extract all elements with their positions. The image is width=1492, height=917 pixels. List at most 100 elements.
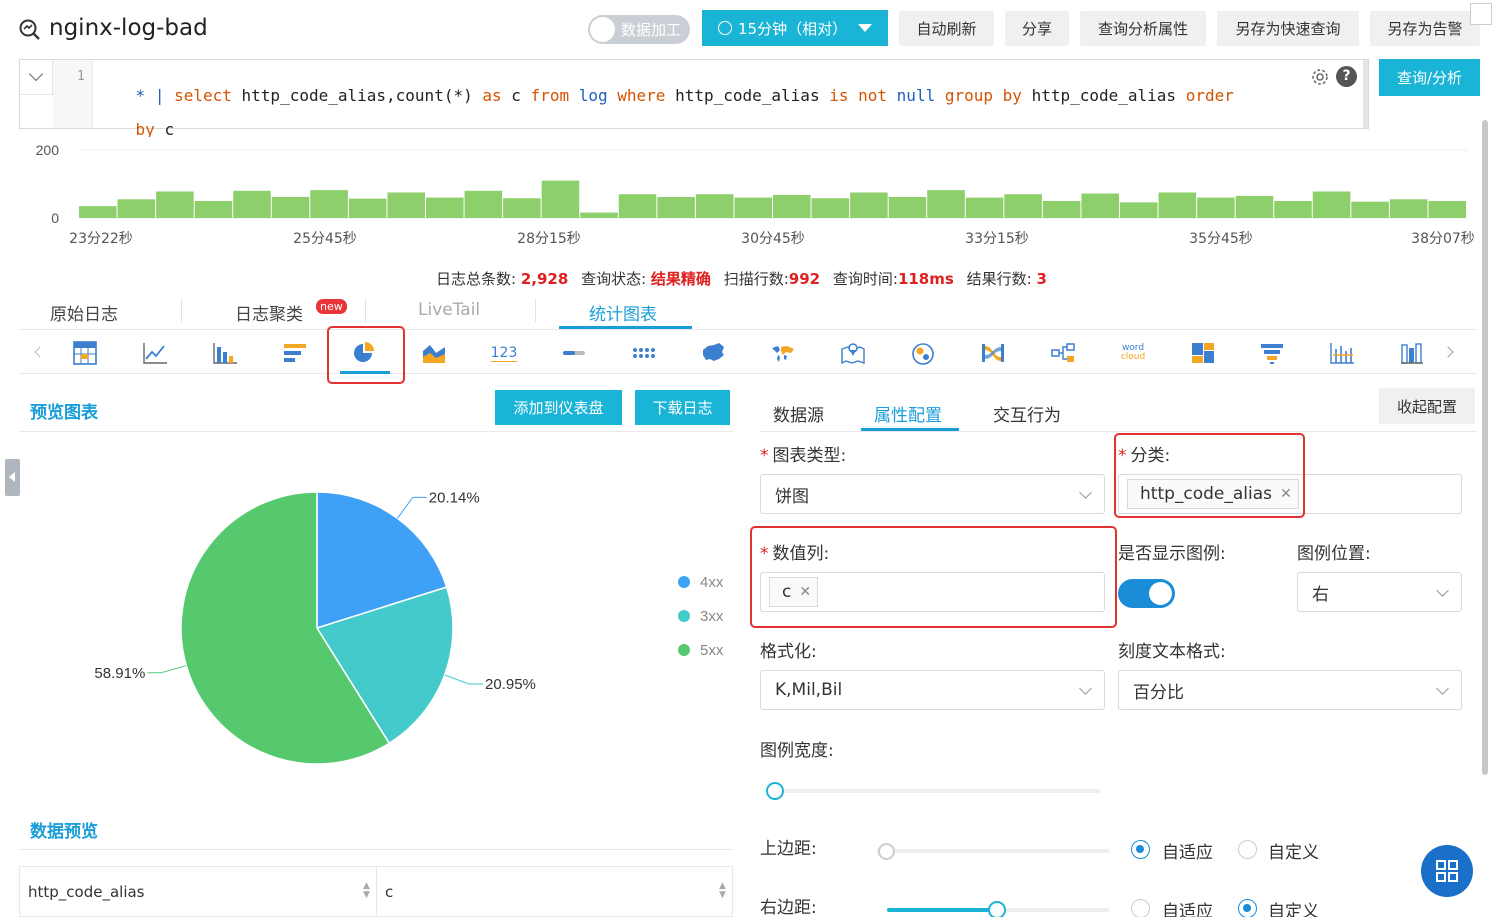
page-title: nginx-log-bad — [49, 15, 208, 41]
query-line-1[interactable]: * | select http_code_alias,count(*) as c… — [97, 67, 1234, 124]
histogram-bar — [464, 190, 503, 218]
treemap-icon[interactable] — [1185, 338, 1221, 368]
sort-icon[interactable]: ▲ ▼ — [363, 882, 370, 900]
word-cloud-icon[interactable]: word cloud — [1115, 338, 1151, 368]
chart-type-label: * 图表类型: — [760, 446, 847, 466]
area-chart-icon[interactable] — [416, 338, 452, 368]
total-count: 2,928 — [520, 270, 569, 288]
result-rows: 3 — [1036, 270, 1047, 288]
legend-width-label: 图例宽度: — [760, 741, 834, 761]
download-logs-button[interactable]: 下载日志 — [635, 390, 730, 425]
top-margin-slider[interactable] — [877, 842, 1109, 860]
single-value-icon[interactable]: 123 — [486, 338, 522, 368]
pie-data-label: 20.95% — [485, 676, 536, 693]
legend-width-slider[interactable] — [766, 782, 1100, 800]
flow-icon[interactable] — [626, 338, 662, 368]
tick-format-select[interactable]: 百分比 — [1118, 670, 1462, 710]
tab-statistics-chart[interactable]: 统计图表 — [589, 300, 657, 325]
histogram-bar — [387, 192, 425, 218]
slider-handle[interactable] — [878, 843, 895, 860]
bubble-map-icon[interactable] — [905, 338, 941, 368]
data-processing-toggle[interactable]: 数据加工 — [588, 15, 690, 44]
grid-menu-button[interactable] — [1421, 845, 1473, 897]
scroll-left-icon[interactable] — [34, 346, 46, 358]
collapse-editor-button[interactable] — [20, 60, 53, 95]
bar-chart-icon[interactable] — [207, 338, 243, 368]
save-quick-query-button[interactable]: 另存为快速查询 — [1217, 11, 1359, 46]
tab-data-source[interactable]: 数据源 — [773, 401, 824, 426]
histogram-bar — [79, 206, 117, 218]
window-checkbox[interactable] — [1470, 3, 1492, 25]
histogram-bar — [1351, 201, 1389, 218]
world-map-icon[interactable] — [765, 338, 801, 368]
histogram-bar — [965, 197, 1004, 218]
right-margin-slider[interactable] — [887, 901, 1109, 917]
funnel-icon[interactable] — [1254, 338, 1290, 368]
time-range-button[interactable]: 15分钟（相对） — [702, 10, 888, 46]
histogram-bar — [734, 197, 772, 218]
query-stats: 日志总条数: 2,928 查询状态: 结果精确 扫描行数:992 查询时间:11… — [436, 270, 1047, 288]
right-margin-adaptive-radio[interactable] — [1131, 899, 1150, 917]
line-chart-icon[interactable] — [137, 338, 173, 368]
search-analyze-button[interactable]: 查询/分析 — [1379, 59, 1480, 96]
top-margin-adaptive-radio[interactable] — [1131, 840, 1150, 859]
sidebar-collapse-handle[interactable] — [5, 459, 20, 496]
histogram-bar — [1158, 192, 1197, 218]
page-scrollbar[interactable] — [1482, 120, 1488, 775]
chevron-down-icon — [28, 66, 44, 82]
sort-icon[interactable]: ▲ ▼ — [719, 882, 726, 900]
share-button[interactable]: 分享 — [1005, 11, 1069, 46]
top-margin-custom-radio[interactable] — [1238, 840, 1257, 859]
query-editor[interactable]: 1 * | select http_code_alias,count(*) as… — [19, 59, 1369, 139]
histogram-bar — [1389, 199, 1428, 218]
pie-label-leader — [444, 674, 484, 685]
auto-refresh-button[interactable]: 自动刷新 — [899, 11, 994, 46]
column-icon[interactable] — [1394, 338, 1430, 368]
legend-entry: 4xx — [700, 574, 724, 591]
data-preview-title: 数据预览 — [30, 822, 98, 842]
cross-table-icon[interactable] — [1324, 338, 1360, 368]
china-map-icon[interactable] — [695, 338, 731, 368]
tab-interaction[interactable]: 交互行为 — [993, 401, 1061, 426]
data-preview-table-header: http_code_alias ▲ ▼ c ▲ ▼ — [19, 866, 733, 917]
query-properties-button[interactable]: 查询分析属性 — [1080, 11, 1206, 46]
slider-handle[interactable] — [988, 901, 1006, 917]
adaptive-label: 自适应 — [1162, 843, 1213, 863]
sankey-icon[interactable] — [975, 338, 1011, 368]
column-header-c[interactable]: c — [385, 883, 393, 901]
chart-type-select[interactable]: 饼图 — [760, 474, 1105, 514]
topology-icon[interactable] — [1045, 338, 1081, 368]
query-status: 结果精确 — [650, 270, 711, 288]
show-legend-toggle[interactable] — [1118, 579, 1175, 608]
histogram-bar — [1197, 197, 1235, 218]
right-margin-custom-radio[interactable] — [1238, 899, 1257, 917]
tab-property-config[interactable]: 属性配置 — [874, 401, 942, 426]
scroll-right-icon[interactable] — [1442, 346, 1454, 358]
custom-label: 自定义 — [1268, 902, 1319, 917]
format-select[interactable]: K,Mil,Bil — [760, 670, 1105, 710]
tab-log-cluster[interactable]: 日志聚类 — [235, 300, 303, 325]
histogram-bar — [194, 201, 233, 218]
legend-position-select[interactable]: 右 — [1297, 572, 1462, 612]
histogram-bar — [348, 198, 387, 218]
caret-down-icon — [858, 24, 872, 32]
help-icon[interactable]: ? — [1336, 66, 1357, 87]
save-alert-button[interactable]: 另存为告警 — [1370, 11, 1480, 46]
progress-bar-icon[interactable] — [556, 338, 592, 368]
histogram-bar — [1042, 201, 1081, 218]
horizontal-bar-icon[interactable] — [277, 338, 313, 368]
table-icon[interactable] — [67, 338, 103, 368]
histogram-chart[interactable]: 200 0 23分22秒 25分45秒 28分15秒 30分45秒 33分15秒 35分45秒… — [19, 137, 1477, 264]
chevron-down-icon — [1436, 682, 1449, 695]
gear-icon[interactable] — [1310, 67, 1330, 91]
add-to-dashboard-button[interactable]: 添加到仪表盘 — [495, 390, 622, 425]
pie-chart[interactable]: 20.14% 20.95% 58.91% 4xx 3xx 5xx — [19, 448, 733, 788]
collapse-config-button[interactable]: 收起配置 — [1379, 388, 1475, 424]
tab-raw-logs[interactable]: 原始日志 — [50, 300, 118, 325]
clock-icon — [718, 21, 732, 35]
histogram-bar — [850, 192, 888, 218]
slider-handle[interactable] — [766, 782, 784, 800]
gaode-map-icon[interactable] — [835, 338, 871, 368]
tab-livetail[interactable]: LiveTail — [418, 300, 480, 320]
column-header-http-code-alias[interactable]: http_code_alias — [28, 883, 145, 901]
